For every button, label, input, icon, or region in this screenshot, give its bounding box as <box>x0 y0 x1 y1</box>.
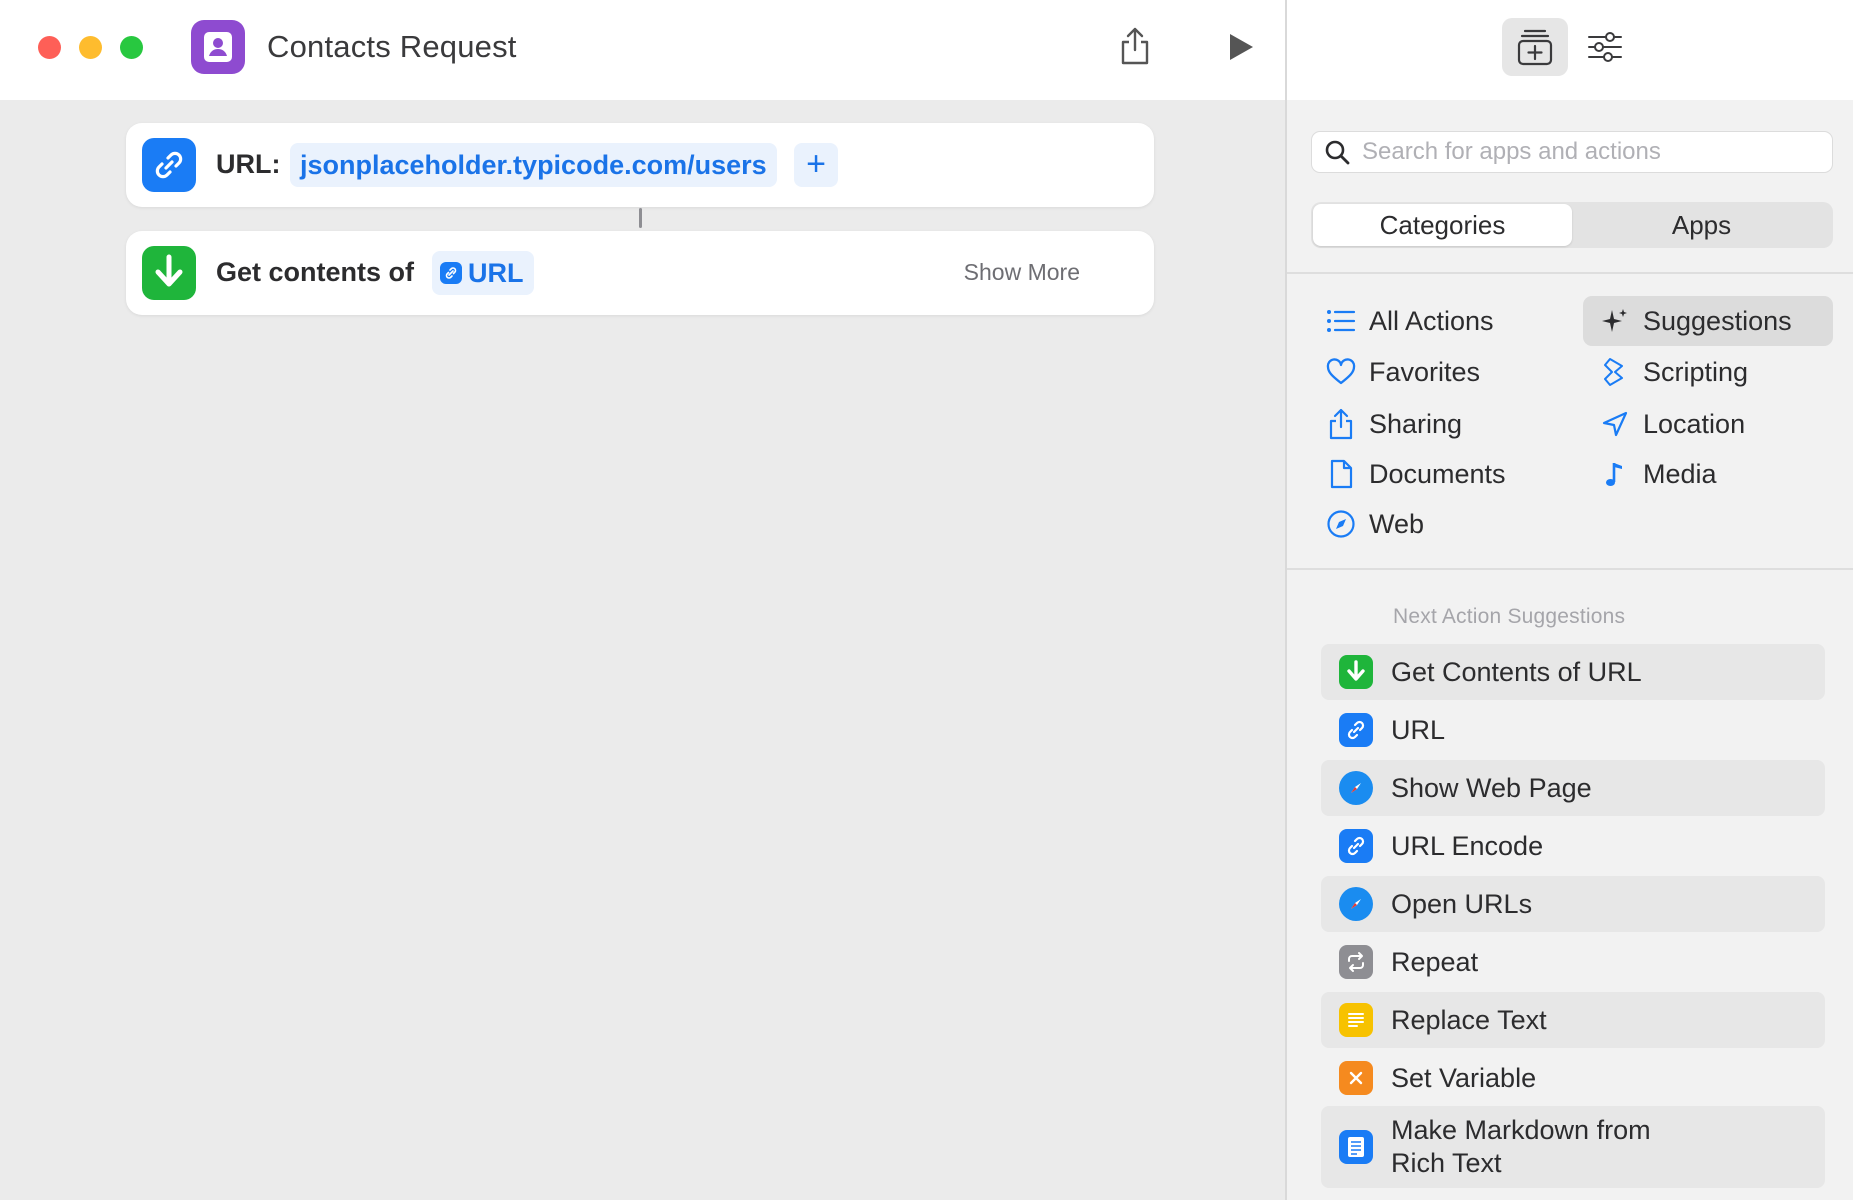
get-contents-label: Get contents of <box>216 257 415 287</box>
suggestion-label: Open URLs <box>1391 888 1533 919</box>
add-url-button[interactable]: + <box>794 143 838 187</box>
suggestion-label-line1: Make Markdown from <box>1391 1115 1651 1145</box>
safari-icon <box>1339 771 1373 805</box>
category-label: Favorites <box>1369 356 1481 387</box>
location-arrow-icon <box>1587 399 1643 449</box>
play-icon <box>1230 34 1253 60</box>
category-suggestions[interactable]: Suggestions <box>1583 296 1833 346</box>
show-more-button[interactable]: Show More <box>964 259 1080 286</box>
share-button[interactable] <box>1112 22 1158 70</box>
link-icon <box>440 262 462 284</box>
category-location[interactable]: Location <box>1583 399 1833 449</box>
text-icon <box>1339 1003 1373 1037</box>
compass-icon <box>1313 499 1369 549</box>
category-web[interactable]: Web <box>1313 499 1563 549</box>
suggestion-label: Make Markdown from Rich Text <box>1391 1114 1651 1180</box>
link-icon <box>142 138 196 192</box>
search-input[interactable] <box>1362 138 1822 166</box>
action-connector <box>639 208 642 228</box>
url-action-label: URL: <box>216 149 281 179</box>
suggestion-url[interactable]: URL <box>1321 702 1825 758</box>
category-documents[interactable]: Documents <box>1313 449 1563 499</box>
category-label: All Actions <box>1369 305 1494 336</box>
suggestion-label: Show Web Page <box>1391 772 1592 803</box>
tab-apps[interactable]: Apps <box>1572 204 1831 246</box>
action-library-button[interactable] <box>1502 18 1568 76</box>
category-label: Media <box>1643 458 1717 489</box>
category-all-actions[interactable]: All Actions <box>1313 296 1563 346</box>
category-favorites[interactable]: Favorites <box>1313 347 1563 397</box>
url-action-card[interactable]: URL: jsonplaceholder.typicode.com/users … <box>126 123 1154 207</box>
category-label: Scripting <box>1643 356 1749 387</box>
suggestion-get-contents-of-url[interactable]: Get Contents of URL <box>1321 644 1825 700</box>
run-button[interactable] <box>1218 24 1264 70</box>
suggestion-url-encode[interactable]: URL Encode <box>1321 818 1825 874</box>
zoom-window-button[interactable] <box>120 36 143 59</box>
share-icon <box>1121 27 1149 65</box>
library-segmented-control: Categories Apps <box>1311 202 1833 248</box>
variable-icon <box>1339 1061 1373 1095</box>
music-note-icon <box>1587 449 1643 499</box>
url-value-field[interactable]: jsonplaceholder.typicode.com/users <box>290 143 777 187</box>
suggestion-repeat[interactable]: Repeat <box>1321 934 1825 990</box>
suggestion-label: Repeat <box>1391 946 1479 977</box>
document-icon <box>1313 449 1369 499</box>
suggestion-label: Set Variable <box>1391 1062 1537 1093</box>
url-variable-label: URL <box>468 258 524 288</box>
shortcut-details-button[interactable] <box>1572 18 1638 76</box>
link-icon <box>1339 713 1373 747</box>
category-label: Location <box>1643 408 1746 439</box>
window-title[interactable]: Contacts Request <box>267 29 517 65</box>
suggestion-label: URL Encode <box>1391 830 1544 861</box>
suggestion-make-markdown-from-rich-text[interactable]: Make Markdown from Rich Text <box>1321 1106 1825 1188</box>
shortcut-editor: Contacts Request URL: jsonplaceholder.ty… <box>0 0 1285 1200</box>
suggestion-label: URL <box>1391 714 1446 745</box>
minimize-window-button[interactable] <box>79 36 102 59</box>
repeat-icon <box>1339 945 1373 979</box>
category-scripting[interactable]: Scripting <box>1583 347 1833 397</box>
suggestion-open-urls[interactable]: Open URLs <box>1321 876 1825 932</box>
scripting-icon <box>1587 347 1643 397</box>
url-variable-token[interactable]: URL <box>432 251 534 295</box>
list-icon <box>1313 296 1369 346</box>
divider <box>1287 272 1853 274</box>
category-media[interactable]: Media <box>1583 449 1833 499</box>
close-window-button[interactable] <box>38 36 61 59</box>
suggestion-label-line2: Rich Text <box>1391 1148 1502 1178</box>
safari-icon <box>1339 887 1373 921</box>
suggestion-show-web-page[interactable]: Show Web Page <box>1321 760 1825 816</box>
sparkles-icon <box>1587 296 1643 346</box>
category-label: Web <box>1369 508 1425 539</box>
download-arrow-icon <box>142 246 196 300</box>
share-icon <box>1313 399 1369 449</box>
get-contents-action-card[interactable]: Get contents of URL Show More <box>126 231 1154 315</box>
category-sharing[interactable]: Sharing <box>1313 399 1563 449</box>
sidebar-toolbar <box>1287 0 1853 100</box>
divider <box>1287 568 1853 570</box>
title-bar: Contacts Request <box>0 0 1285 100</box>
person-icon <box>204 32 232 62</box>
action-library-sidebar: Categories Apps All Actions Favorites Sh… <box>1285 0 1853 1200</box>
suggestion-label: Replace Text <box>1391 1004 1547 1035</box>
library-add-icon <box>1517 29 1553 66</box>
search-icon <box>1312 139 1362 165</box>
tab-categories[interactable]: Categories <box>1313 204 1572 246</box>
suggestion-replace-text[interactable]: Replace Text <box>1321 992 1825 1048</box>
search-field[interactable] <box>1311 131 1833 173</box>
sliders-icon <box>1588 32 1622 62</box>
category-label: Sharing <box>1369 408 1463 439</box>
download-arrow-icon <box>1339 655 1373 689</box>
category-label: Suggestions <box>1643 305 1792 336</box>
suggestions-heading: Next Action Suggestions <box>1393 605 1626 628</box>
document-lines-icon <box>1339 1130 1373 1164</box>
link-icon <box>1339 829 1373 863</box>
category-label: Documents <box>1369 458 1506 489</box>
shortcut-icon[interactable] <box>191 20 245 74</box>
heart-icon <box>1313 347 1369 397</box>
suggestion-label: Get Contents of URL <box>1391 656 1642 687</box>
suggestion-set-variable[interactable]: Set Variable <box>1321 1050 1825 1106</box>
